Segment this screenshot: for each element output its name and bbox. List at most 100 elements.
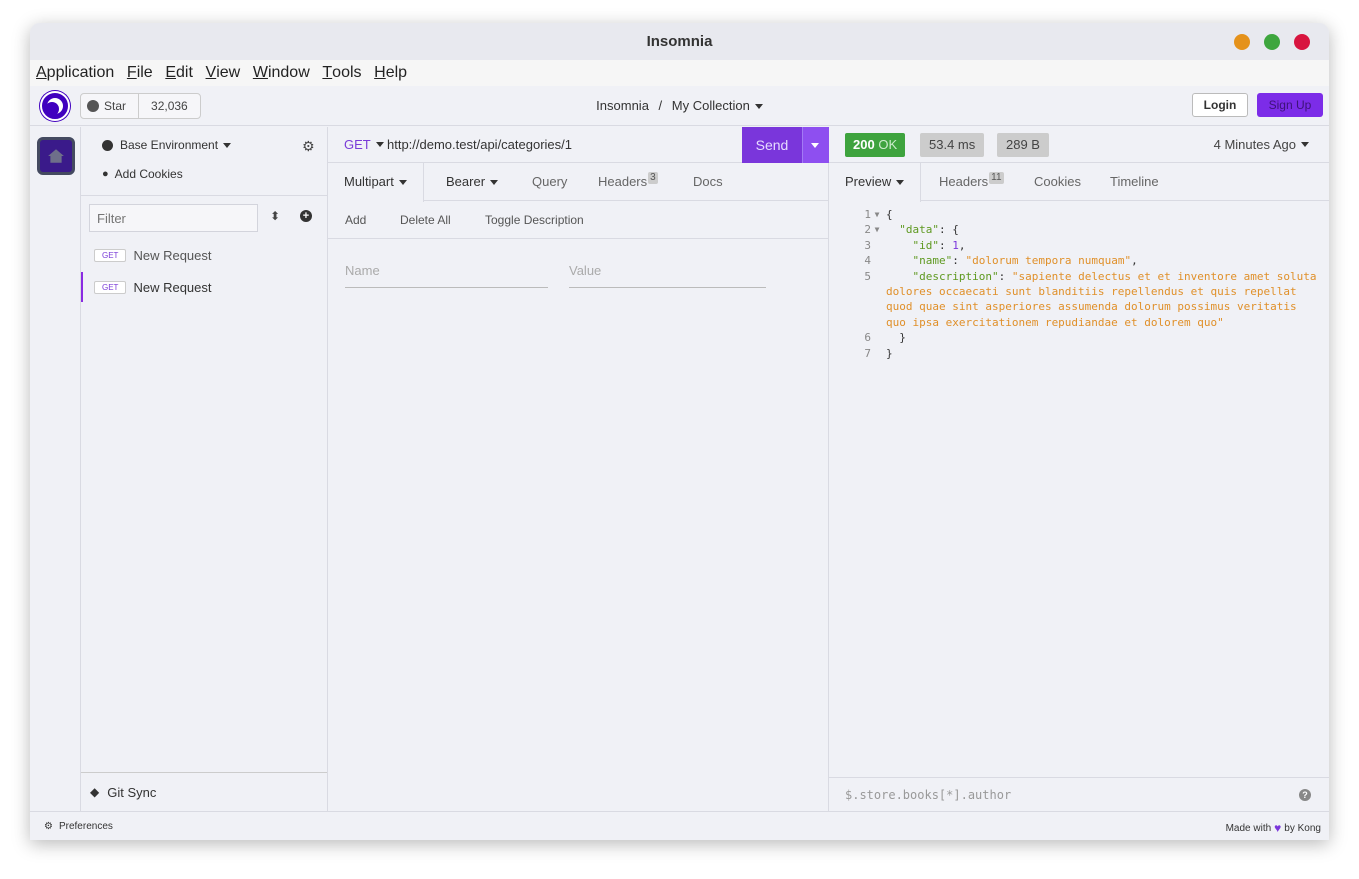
code-line: 3 "id": 1, [864, 238, 966, 252]
tab-cookies[interactable]: Cookies [1034, 163, 1081, 201]
github-star-widget[interactable]: Star 32,036 [80, 93, 201, 119]
tab-auth[interactable]: Bearer [446, 163, 499, 201]
chevron-down-icon [398, 180, 407, 186]
filter-input[interactable] [89, 204, 258, 232]
tab-docs[interactable]: Docs [693, 163, 723, 201]
request-name: New Request [133, 279, 212, 295]
response-size-badge: 289 B [997, 133, 1049, 157]
git-sync-label: Git Sync [107, 784, 157, 800]
send-options-button[interactable] [802, 127, 829, 163]
menu-view[interactable]: View [206, 60, 241, 86]
sort-icon[interactable]: ⬍ [270, 209, 280, 223]
chevron-down-icon [490, 180, 499, 186]
code-line: 6 } [864, 331, 906, 345]
param-name-input[interactable]: Name [345, 263, 548, 288]
maximize-button[interactable] [1264, 34, 1280, 50]
response-status-bar: 200 OK 53.4 ms 289 B 4 Minutes Ago [829, 127, 1329, 163]
param-value-input[interactable]: Value [569, 263, 766, 288]
method-badge: GET [94, 248, 127, 262]
home-icon [48, 149, 64, 163]
environment-dot-icon [102, 139, 113, 151]
fold-icon[interactable]: ▼ [871, 207, 883, 222]
method-selector[interactable]: GET [344, 137, 384, 152]
made-with-kong[interactable]: Made with ♥ by Kong [1226, 821, 1321, 835]
login-button[interactable]: Login [1192, 93, 1248, 117]
breadcrumb-collection[interactable]: My Collection [672, 98, 763, 113]
app-header: Star 32,036 Insomnia / My Collection Log… [30, 86, 1329, 126]
tab-headers[interactable]: Headers 3 [598, 163, 658, 201]
cookie-icon: ● [102, 168, 109, 180]
code-line: 1 ▼{ [864, 207, 893, 222]
request-pane: GET http://demo.test/api/categories/1 Se… [328, 127, 829, 811]
chevron-down-icon [896, 180, 905, 186]
chevron-down-icon [223, 142, 232, 148]
url-input[interactable]: http://demo.test/api/categories/1 [387, 137, 572, 152]
gear-icon[interactable]: ⚙ [302, 138, 315, 155]
menu-tools[interactable]: Tools [322, 60, 361, 86]
close-button[interactable] [1294, 34, 1310, 50]
toggle-description-button[interactable]: Toggle Description [485, 213, 584, 227]
request-item-active[interactable]: GET New Request [81, 272, 327, 302]
tab-query[interactable]: Query [532, 163, 567, 201]
request-item[interactable]: GET New Request [81, 240, 327, 270]
environment-selector[interactable]: Base Environment [102, 138, 232, 152]
response-tabs: Preview Headers 11 Cookies Timeline [829, 163, 1329, 202]
menu-application[interactable]: Application [36, 60, 114, 86]
star-count[interactable]: 32,036 [139, 94, 200, 118]
github-star-button[interactable]: Star [81, 94, 140, 118]
request-tabs: Multipart Bearer Query Headers 3 Docs [328, 163, 828, 202]
menu-file[interactable]: File [127, 60, 153, 86]
tab-preview[interactable]: Preview [829, 163, 922, 202]
menu-help[interactable]: Help [374, 60, 407, 86]
method-badge: GET [94, 280, 127, 294]
menu-window[interactable]: Window [253, 60, 310, 86]
chevron-down-icon [754, 104, 763, 110]
menu-edit[interactable]: Edit [165, 60, 193, 86]
breadcrumb-root[interactable]: Insomnia [596, 98, 649, 113]
left-rail [30, 127, 81, 811]
response-filter[interactable]: $.store.books[*].author ? [829, 777, 1329, 811]
response-pane: 200 OK 53.4 ms 289 B 4 Minutes Ago Previ… [829, 127, 1329, 811]
star-label: Star [104, 99, 127, 113]
breadcrumb: Insomnia / My Collection [30, 86, 1329, 126]
preferences-label: Preferences [58, 821, 113, 832]
minimize-button[interactable] [1234, 34, 1250, 50]
fold-icon[interactable]: ▼ [871, 222, 883, 237]
request-name: New Request [133, 247, 212, 263]
git-sync-button[interactable]: ◆ Git Sync [81, 772, 327, 811]
response-body[interactable]: 1 ▼{ 2 ▼ "data": { 3 "id": 1, 4 "name": "d… [829, 207, 1329, 361]
environment-label: Base Environment [120, 138, 219, 152]
tab-body[interactable]: Multipart [328, 163, 424, 202]
app-window: Insomnia Application File Edit View Wind… [30, 23, 1329, 840]
help-icon[interactable]: ? [1299, 789, 1311, 801]
github-icon [87, 100, 99, 112]
code-line: 5 "description": "sapiente delectus et e… [864, 269, 1324, 329]
status-footer: ⚙ Preferences Made with ♥ by Kong [30, 811, 1329, 840]
add-param-button[interactable]: Add [345, 213, 366, 227]
send-button[interactable]: Send [742, 127, 802, 163]
tab-timeline[interactable]: Timeline [1110, 163, 1159, 201]
code-line: 7} [864, 346, 893, 360]
headers-count-badge: 11 [989, 172, 1004, 184]
sidebar: Base Environment ⚙ ● Add Cookies ⬍ + GET… [81, 127, 328, 811]
url-bar: GET http://demo.test/api/categories/1 Se… [328, 127, 829, 163]
add-cookies-button[interactable]: ● Add Cookies [102, 167, 183, 181]
title-bar: Insomnia [30, 23, 1329, 60]
response-time-badge: 53.4 ms [920, 133, 985, 157]
signup-button[interactable]: Sign Up [1257, 93, 1323, 117]
preferences-button[interactable]: ⚙ Preferences [44, 821, 113, 832]
heart-icon: ♥ [1274, 821, 1282, 835]
home-button[interactable] [37, 137, 75, 175]
gear-icon: ⚙ [44, 821, 53, 832]
add-icon[interactable]: + [300, 210, 312, 222]
code-line: 4 "name": "dolorum tempora numquam", [864, 254, 1138, 268]
breadcrumb-separator: / [658, 98, 663, 113]
response-history-selector[interactable]: 4 Minutes Ago [1214, 137, 1309, 152]
delete-all-button[interactable]: Delete All [400, 213, 451, 227]
tab-response-headers[interactable]: Headers 11 [939, 163, 1004, 201]
add-cookies-label: Add Cookies [114, 167, 183, 181]
response-filter-input[interactable]: $.store.books[*].author [845, 788, 1011, 802]
chevron-down-icon [811, 143, 819, 148]
divider [81, 195, 327, 196]
insomnia-logo-icon[interactable] [40, 91, 70, 121]
